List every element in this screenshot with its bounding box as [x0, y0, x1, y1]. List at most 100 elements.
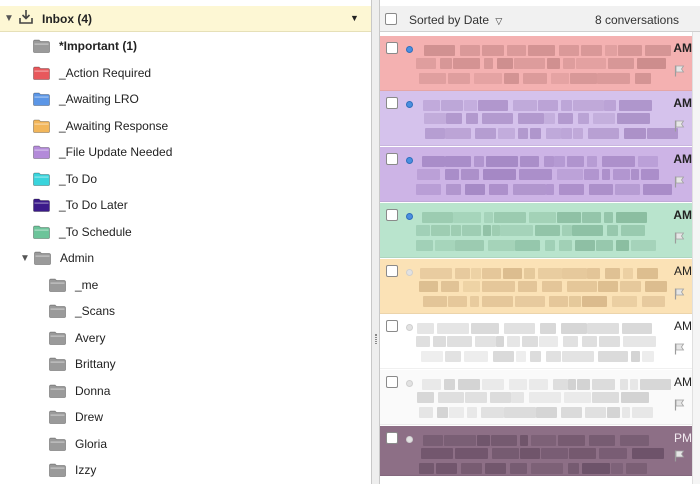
read-dot-icon[interactable] — [406, 269, 413, 276]
inbox-folder-row[interactable]: ▼ Inbox (4) ▼ — [0, 6, 371, 32]
folder-item-me[interactable]: _me — [49, 274, 98, 296]
message-row[interactable]: PM — [380, 426, 692, 476]
redacted-text-block — [514, 58, 545, 69]
redacted-text-block — [604, 212, 613, 223]
folder-item-awaiting-response[interactable]: _Awaiting Response — [33, 115, 168, 137]
redacted-text-block — [602, 156, 635, 167]
unread-dot-icon[interactable] — [406, 157, 413, 164]
redacted-text-block — [559, 45, 579, 56]
folder-item-admin[interactable]: ▼ Admin — [20, 247, 94, 269]
message-checkbox[interactable] — [386, 153, 398, 165]
message-checkbox[interactable] — [386, 209, 398, 221]
redacted-text-block — [422, 156, 445, 167]
message-row[interactable]: AM — [380, 370, 692, 425]
folder-icon — [49, 304, 66, 318]
flag-icon[interactable] — [674, 176, 685, 191]
redacted-text-block — [617, 113, 650, 124]
folder-item-to-schedule[interactable]: _To Schedule — [33, 221, 132, 243]
redacted-text-block — [474, 156, 484, 167]
redacted-text-block — [578, 113, 589, 124]
read-dot-icon[interactable] — [406, 324, 413, 331]
flag-icon[interactable] — [674, 232, 685, 247]
redacted-text-block — [622, 323, 652, 334]
redacted-text-block — [540, 323, 556, 334]
message-checkbox[interactable] — [386, 320, 398, 332]
redacted-text-block — [573, 100, 604, 111]
folder-item-awaiting-lro[interactable]: _Awaiting LRO — [33, 88, 139, 110]
message-row[interactable]: AM — [380, 314, 692, 369]
folder-item-to-do-later[interactable]: _To Do Later — [33, 194, 128, 216]
redacted-text-block — [437, 323, 469, 334]
folder-item-to-do[interactable]: _To Do — [33, 168, 97, 190]
select-all-checkbox[interactable] — [385, 13, 397, 25]
redacted-text-block — [635, 73, 651, 84]
read-dot-icon[interactable] — [406, 380, 413, 387]
redacted-text-block — [623, 336, 656, 347]
redacted-text-block — [444, 435, 476, 446]
folder-label: _To Do — [59, 171, 98, 186]
redacted-text-block — [504, 323, 535, 334]
message-row[interactable]: AM — [380, 203, 692, 258]
flag-icon[interactable] — [674, 65, 685, 80]
folder-label: Gloria — [75, 436, 108, 451]
collapse-triangle-icon[interactable]: ▼ — [4, 13, 14, 24]
folder-item-brittany[interactable]: Brittany — [49, 353, 116, 375]
message-checkbox[interactable] — [386, 42, 398, 54]
folder-item-drew[interactable]: Drew — [49, 406, 103, 428]
folder-item-important-1[interactable]: *Important (1) — [33, 35, 137, 57]
pane-splitter[interactable] — [372, 0, 380, 484]
message-checkbox[interactable] — [386, 432, 398, 444]
inbox-dropdown-icon[interactable]: ▼ — [350, 13, 359, 23]
message-checkbox[interactable] — [386, 376, 398, 388]
folder-item-action-required[interactable]: _Action Required — [33, 62, 151, 84]
folder-item-gloria[interactable]: Gloria — [49, 433, 107, 455]
redacted-text-block — [421, 448, 453, 459]
redacted-text-block — [464, 351, 488, 362]
redacted-text-block — [492, 448, 519, 459]
redacted-text-block — [645, 281, 667, 292]
flag-icon[interactable] — [674, 120, 685, 135]
flag-icon[interactable] — [674, 343, 685, 358]
message-row[interactable]: AM — [380, 91, 692, 146]
message-row[interactable]: AM — [380, 36, 692, 91]
redacted-text-block — [582, 463, 610, 474]
unread-dot-icon[interactable] — [406, 46, 413, 53]
redacted-text-block — [483, 225, 491, 236]
message-checkbox[interactable] — [386, 97, 398, 109]
read-dot-icon[interactable] — [406, 436, 413, 443]
expand-triangle-icon[interactable]: ▼ — [20, 253, 34, 264]
redacted-text-block — [621, 392, 649, 403]
redacted-text-block — [520, 435, 528, 446]
redacted-text-block — [622, 407, 630, 418]
unread-dot-icon[interactable] — [406, 101, 413, 108]
redacted-text-block — [582, 336, 597, 347]
folder-item-scans[interactable]: _Scans — [49, 300, 115, 322]
redacted-text-block — [435, 240, 455, 251]
folder-item-izzy[interactable]: Izzy — [49, 459, 96, 481]
folder-item-donna[interactable]: Donna — [49, 380, 110, 402]
message-checkbox[interactable] — [386, 265, 398, 277]
unread-dot-icon[interactable] — [406, 213, 413, 220]
redacted-text-block — [611, 463, 623, 474]
redacted-text-block — [419, 73, 446, 84]
message-row[interactable]: AM — [380, 259, 692, 314]
sort-dropdown[interactable]: Sorted by Date ▽ — [409, 13, 502, 27]
flag-icon[interactable] — [674, 450, 685, 465]
redacted-text-block — [576, 58, 606, 69]
folder-label: _To Do Later — [59, 198, 128, 212]
folder-label: Avery — [75, 330, 106, 345]
redacted-text-block — [493, 351, 514, 362]
flag-icon[interactable] — [674, 288, 685, 303]
folder-item-file-update-needed[interactable]: _File Update Needed — [33, 141, 172, 163]
splitter-grip-icon[interactable] — [375, 334, 377, 344]
redacted-text-block — [465, 184, 485, 195]
redacted-text-block — [417, 323, 434, 334]
flag-icon[interactable] — [674, 399, 685, 414]
redacted-text-block — [519, 169, 552, 180]
message-list-scrollbar[interactable] — [692, 32, 700, 484]
redacted-text-block — [416, 336, 430, 347]
redacted-text-block — [631, 240, 656, 251]
redacted-text-block — [491, 435, 517, 446]
folder-item-avery[interactable]: Avery — [49, 327, 105, 349]
message-row[interactable]: AM — [380, 147, 692, 202]
